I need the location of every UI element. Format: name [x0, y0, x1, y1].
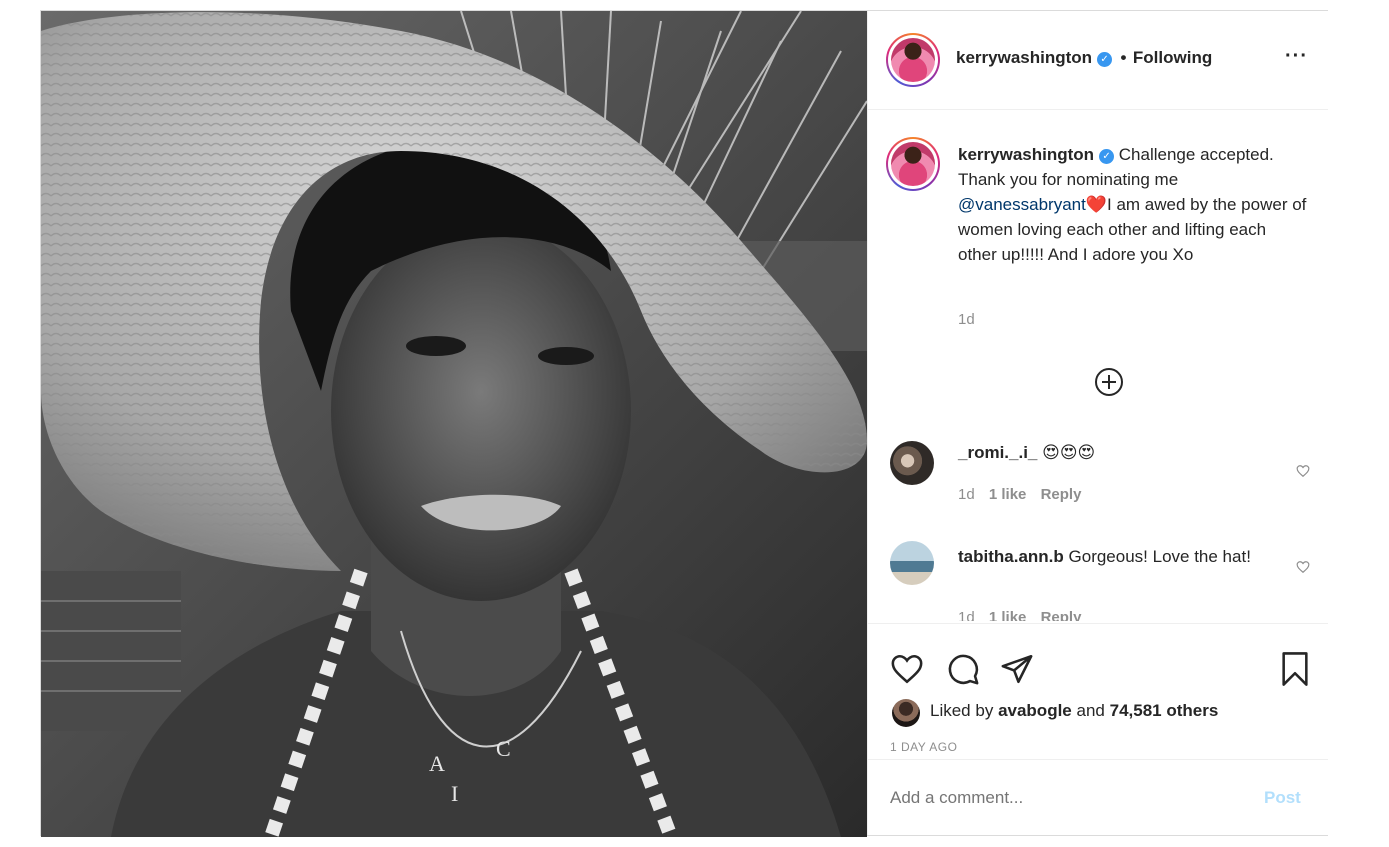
header-user-line: kerrywashington ✓ • Following [956, 48, 1212, 68]
likes-joiner: and [1076, 701, 1105, 720]
selfie-photo: A I C [41, 11, 867, 837]
comment-icon[interactable] [946, 652, 980, 686]
following-button[interactable]: Following [1133, 48, 1212, 67]
header-username[interactable]: kerrywashington [956, 48, 1092, 67]
likes-prefix: Liked by [930, 701, 994, 720]
comment-time[interactable]: 1d [958, 609, 975, 621]
post-side-panel: kerrywashington ✓ • Following ··· kerrywa… [867, 11, 1328, 835]
red-heart-emoji: ❤️ [1085, 195, 1107, 214]
necklace-letter-i: I [451, 781, 458, 806]
post-dialog: A I C kerrywashington ✓ • Following ··· [40, 10, 1328, 837]
comment-meta: 1d 1 like Reply [958, 486, 1081, 503]
comments-list: _romi._.i_ 😍😍😍 1d 1 like Reply tabitha.a… [868, 431, 1328, 621]
comment-body: _romi._.i_ 😍😍😍 [958, 443, 1095, 463]
verified-badge-icon: ✓ [1097, 52, 1113, 67]
load-more-comments-icon[interactable] [1094, 367, 1124, 397]
comment-like-heart-icon[interactable] [1296, 560, 1310, 574]
comment-likes[interactable]: 1 like [989, 486, 1027, 503]
bookmark-icon[interactable] [1278, 650, 1312, 688]
necklace-letter-a: A [429, 751, 445, 776]
caption-time[interactable]: 1d [958, 311, 975, 328]
comment-item: tabitha.ann.b Gorgeous! Love the hat! 1d… [868, 536, 1328, 621]
likes-summary: Liked by avabogle and 74,581 others [930, 701, 1218, 721]
author-avatar[interactable] [886, 33, 940, 87]
caption-username[interactable]: kerrywashington [958, 145, 1094, 164]
comment-meta: 1d 1 like Reply [958, 609, 1081, 621]
comment-like-heart-icon[interactable] [1296, 464, 1310, 478]
add-comment-bar: Post [868, 759, 1328, 836]
comment-reply-button[interactable]: Reply [1041, 609, 1082, 621]
caption: kerrywashington ✓ Challenge accepted. Tha… [958, 142, 1308, 267]
post-timestamp[interactable]: 1 DAY AGO [890, 740, 957, 754]
caption-avatar[interactable] [886, 137, 940, 191]
more-options-icon[interactable]: ··· [1285, 45, 1308, 68]
share-icon[interactable] [1000, 652, 1034, 686]
likes-others-link[interactable]: 74,581 others [1110, 701, 1219, 720]
comment-time[interactable]: 1d [958, 486, 975, 503]
liker-username[interactable]: avabogle [998, 701, 1072, 720]
liker-avatar[interactable] [892, 699, 920, 727]
necklace-letter-c: C [496, 736, 511, 761]
post-comment-button[interactable]: Post [1264, 788, 1301, 808]
commenter-avatar[interactable] [890, 541, 934, 585]
comment-body: tabitha.ann.b Gorgeous! Love the hat! [958, 544, 1278, 569]
add-comment-input[interactable] [888, 782, 1232, 814]
heart-icon[interactable] [890, 652, 924, 686]
comment-username[interactable]: tabitha.ann.b [958, 547, 1064, 566]
comment-text: Gorgeous! Love the hat! [1068, 547, 1251, 566]
comment-username[interactable]: _romi._.i_ [958, 443, 1037, 462]
post-photo[interactable]: A I C [41, 11, 867, 837]
commenter-avatar[interactable] [890, 441, 934, 485]
comment-item: _romi._.i_ 😍😍😍 1d 1 like Reply [868, 431, 1328, 521]
comment-reply-button[interactable]: Reply [1041, 486, 1082, 503]
caption-verified-badge-icon: ✓ [1099, 149, 1115, 164]
post-header: kerrywashington ✓ • Following ··· [868, 11, 1328, 110]
header-dot: • [1120, 48, 1127, 67]
comment-likes[interactable]: 1 like [989, 609, 1027, 621]
caption-mention-link[interactable]: @vanessabryant [958, 195, 1086, 214]
comment-text: 😍😍😍 [1042, 443, 1096, 462]
